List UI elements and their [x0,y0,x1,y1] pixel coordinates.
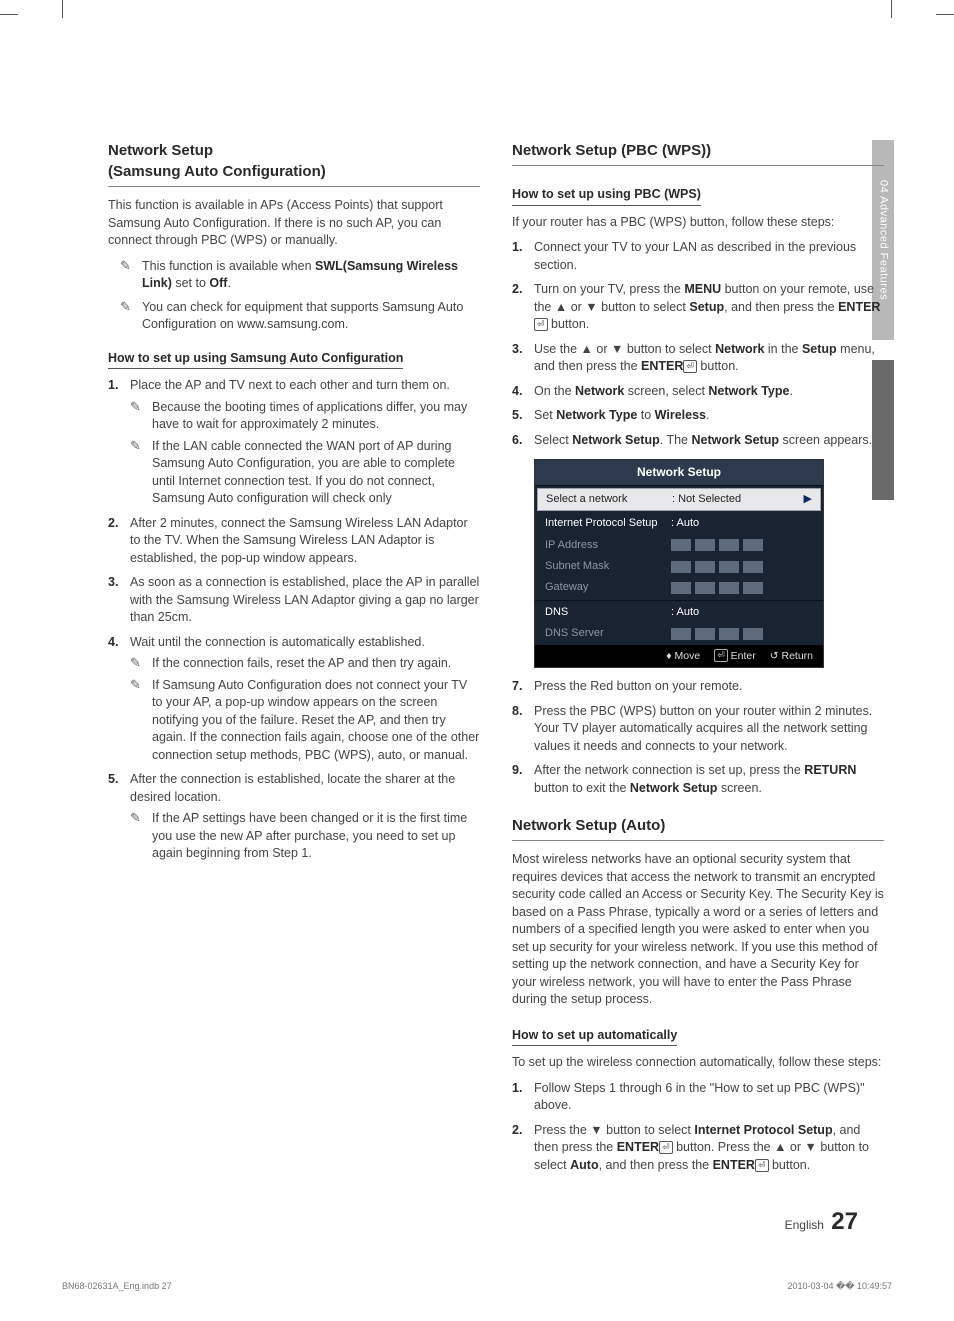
network-setup-osd: Network Setup Select a network : Not Sel… [534,459,824,668]
footer-right: 2010-03-04 �� 10:49:57 [787,1280,892,1293]
step: Select Network Setup. The Network Setup … [512,432,884,450]
osd-row-ip: IP Address [535,535,823,556]
left-intro: This function is available in APs (Acces… [108,197,480,250]
step: Place the AP and TV next to each other a… [108,377,480,508]
left-steps: Place the AP and TV next to each other a… [108,377,480,863]
auto-lead: To set up the wireless connection automa… [512,1054,884,1072]
enter-icon: ⏎ [534,318,548,331]
return-hint: ↺ Return [770,649,813,664]
auto-title: Network Setup (Auto) [512,815,884,841]
move-hint: ♦ Move [666,649,700,664]
note-icon: ✎ [130,810,144,863]
pbc-subhead: How to set up using PBC (WPS) [512,186,701,206]
step: As soon as a connection is established, … [108,574,480,627]
note-row: ✎ This function is available when SWL(Sa… [120,258,480,293]
pbc-intro: If your router has a PBC (WPS) button, f… [512,214,884,232]
pbc-title: Network Setup (PBC (WPS)) [512,140,884,166]
step: Set Network Type to Wireless. [512,407,884,425]
osd-title: Network Setup [535,460,823,486]
left-subhead: How to set up using Samsung Auto Configu… [108,350,403,370]
osd-row-ips[interactable]: Internet Protocol Setup : Auto [535,513,823,534]
step: After 2 minutes, connect the Samsung Wir… [108,515,480,568]
left-column: Network Setup (Samsung Auto Configuratio… [108,140,480,1181]
osd-row-subnet: Subnet Mask [535,556,823,577]
note-icon: ✎ [120,258,134,274]
note-icon: ✎ [130,677,144,765]
enter-icon: ⏎ [659,1141,673,1154]
left-title: Network Setup (Samsung Auto Configuratio… [108,140,480,187]
step: Turn on your TV, press the MENU button o… [512,281,884,334]
osd-row-dns-server: DNS Server [535,623,823,644]
step: After the network connection is set up, … [512,762,884,797]
enter-icon: ⏎ [755,1159,769,1172]
step: On the Network screen, select Network Ty… [512,383,884,401]
step: Connect your TV to your LAN as described… [512,239,884,274]
note-icon: ✎ [130,399,144,434]
footer-left: BN68-02631A_Eng.indb 27 [62,1280,172,1293]
enter-icon: ⏎ [683,360,697,373]
auto-steps: Follow Steps 1 through 6 in the "How to … [512,1080,884,1175]
osd-row-select-network[interactable]: Select a network : Not Selected ▶ [537,488,821,511]
step: Use the ▲ or ▼ button to select Network … [512,341,884,376]
step: Wait until the connection is automatical… [108,634,480,765]
step: Press the Red button on your remote. [512,678,884,696]
auto-subhead: How to set up automatically [512,1027,677,1047]
pbc-steps-2: Press the Red button on your remote. Pre… [512,678,884,797]
osd-row-dns[interactable]: DNS : Auto [535,602,823,623]
note-icon: ✎ [130,438,144,508]
note-row: ✎ You can check for equipment that suppo… [120,299,480,334]
note-icon: ✎ [120,299,134,315]
osd-row-gateway: Gateway [535,577,823,598]
page-number: 27 [831,1208,858,1235]
note-icon: ✎ [130,655,144,673]
auto-intro: Most wireless networks have an optional … [512,851,884,1009]
right-column: Network Setup (PBC (WPS)) How to set up … [512,140,884,1181]
step: Press the ▼ button to select Internet Pr… [512,1122,884,1175]
step: Follow Steps 1 through 6 in the "How to … [512,1080,884,1115]
osd-footer: ♦ Move ⏎ Enter ↺ Return [535,645,823,668]
step: Press the PBC (WPS) button on your route… [512,703,884,756]
page-footer: English 27 [785,1205,858,1239]
arrow-right-icon: ▶ [804,492,812,507]
pbc-steps-1: Connect your TV to your LAN as described… [512,239,884,449]
enter-hint: ⏎ Enter [714,649,756,664]
step: After the connection is established, loc… [108,771,480,863]
